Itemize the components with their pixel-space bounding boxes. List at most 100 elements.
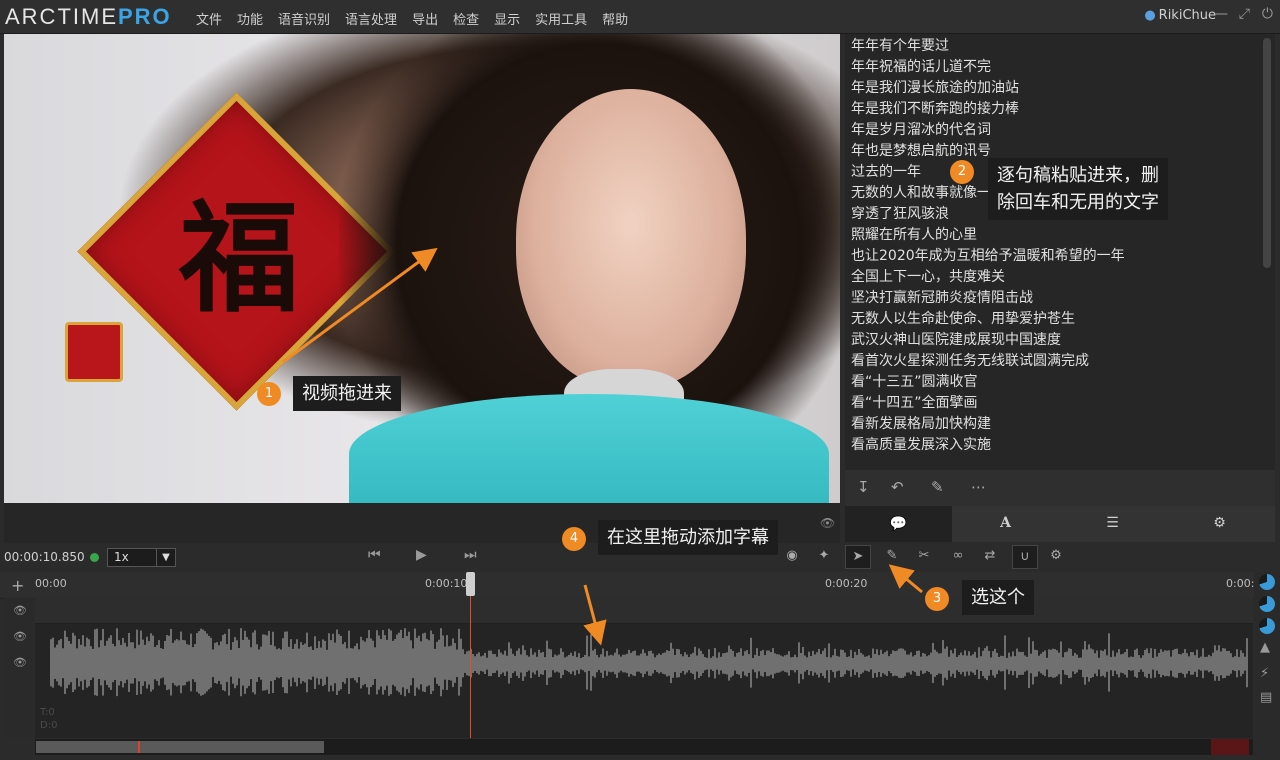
annotation-badge-4: 4 (562, 527, 586, 551)
tab-settings-icon[interactable]: ⚙ (1166, 515, 1273, 531)
insert-icon[interactable]: ↧ (857, 478, 870, 496)
user-icon: ● (1144, 8, 1156, 23)
edit-tool-icon[interactable]: ✎ (880, 545, 904, 567)
script-toolbar: ↧ ↶ ✎ ⋯ (845, 470, 1275, 506)
script-line[interactable]: 年是岁月溜冰的代名词 (851, 120, 1125, 141)
speed-select[interactable]: 1x ▼ (107, 548, 176, 567)
main-menu: 文件 功能 语音识别 语言处理 导出 检查 显示 实用工具 帮助 (196, 9, 643, 28)
menu-help[interactable]: 帮助 (602, 9, 628, 28)
pencil-icon[interactable]: ✎ (931, 478, 944, 496)
script-scrollbar[interactable] (1263, 38, 1271, 268)
undo-icon[interactable]: ↶ (891, 478, 904, 496)
camera-icon[interactable]: ◉ (780, 545, 804, 567)
ruler-tick: 0:00:20 (825, 577, 868, 590)
list-icon[interactable]: ▤ (1260, 690, 1272, 705)
menu-speech-recognition[interactable]: 语音识别 (278, 9, 330, 28)
volume-knob[interactable] (1259, 574, 1275, 590)
annotation-badge-2: 2 (950, 160, 974, 184)
scissors-icon[interactable]: ✂ (912, 545, 936, 567)
script-line[interactable]: 也让2020年成为互相给予温暖和希望的一年 (851, 246, 1125, 267)
play-icon[interactable]: ▶ (416, 547, 427, 563)
menu-check[interactable]: 检查 (453, 9, 479, 28)
script-line[interactable]: 看高质量发展深入实施 (851, 435, 1125, 456)
status-dot (90, 553, 99, 562)
ruler-tick: 00:00 (35, 577, 67, 590)
menu-file[interactable]: 文件 (196, 9, 222, 28)
annotation-callout-4: 在这里拖动添加字幕 (598, 520, 778, 555)
link-icon[interactable]: ∞ (946, 545, 970, 567)
tab-subtitle-icon[interactable]: 💬 (845, 506, 952, 542)
gear-icon[interactable]: ⚙ (1044, 545, 1068, 567)
timecode: 00:00:10.850 (4, 550, 85, 564)
script-line[interactable]: 武汉火神山医院建成展现中国速度 (851, 330, 1125, 351)
script-line[interactable]: 无数人以生命赴使命、用挚爱护苍生 (851, 309, 1125, 330)
scroll-end-marker (1211, 739, 1249, 755)
video-person-scarf (349, 394, 829, 503)
eye-icon[interactable]: 👁 (13, 656, 27, 669)
scroll-thumb[interactable] (36, 741, 324, 753)
timeline-ruler[interactable]: + 00:00 0:00:10 0:00:20 0:00: (0, 572, 1254, 599)
timeline-lanes[interactable]: T:0 D:0 (35, 598, 1253, 738)
script-line[interactable]: 坚决打赢新冠肺炎疫情阻击战 (851, 288, 1125, 309)
timeline-scrollbar[interactable] (35, 739, 1253, 755)
audio-waveform[interactable] (35, 624, 1253, 738)
menu-export[interactable]: 导出 (412, 9, 438, 28)
script-line[interactable]: 年是我们漫长旅途的加油站 (851, 78, 1125, 99)
scroll-position-marker (138, 741, 140, 753)
video-preview[interactable]: 福 (4, 34, 840, 503)
playhead[interactable] (470, 578, 471, 738)
next-icon[interactable]: ⏭ (464, 547, 477, 563)
script-line[interactable]: 照耀在所有人的心里 (851, 225, 1125, 246)
script-line[interactable]: 看“十三五”圆满收官 (851, 372, 1125, 393)
swap-icon[interactable]: ⇄ (978, 545, 1002, 567)
ruler-tick: 0:00: (1226, 577, 1255, 590)
annotation-callout-1: 视频拖进来 (293, 376, 401, 411)
magic-wand-icon[interactable]: ✦ (812, 545, 836, 567)
add-track-icon[interactable]: + (11, 576, 24, 595)
red-scroll-sticker (65, 322, 123, 382)
waveform-icon[interactable]: ▲ (1260, 640, 1270, 655)
menu-tools[interactable]: 实用工具 (535, 9, 587, 28)
lightning-icon[interactable]: ⚡ (1260, 666, 1269, 681)
user-account[interactable]: ● RikiChue (1144, 8, 1216, 23)
menu-function[interactable]: 功能 (237, 9, 263, 28)
subtitle-track[interactable] (35, 598, 1253, 624)
power-icon[interactable]: ⏻ (1262, 6, 1273, 22)
tab-font-icon[interactable]: A (952, 515, 1059, 531)
annotation-badge-1: 1 (257, 382, 281, 406)
maximize-icon[interactable]: ⤢ (1239, 6, 1250, 22)
eye-icon[interactable]: 👁 (13, 604, 27, 617)
script-text-panel[interactable]: 年年有个年要过 年年祝福的话儿道不完 年是我们漫长旅途的加油站 年是我们不断奔跑的接力… (845, 34, 1275, 470)
playhead-handle[interactable] (466, 572, 475, 596)
script-line[interactable]: 全国上下一心，共度难关 (851, 267, 1125, 288)
annotation-callout-2: 逐句稿粘贴进来，删 除回车和无用的文字 (988, 158, 1168, 220)
annotation-callout-3: 选这个 (962, 580, 1034, 615)
chevron-down-icon: ▼ (156, 549, 175, 566)
previous-icon[interactable]: ⏮ (368, 547, 381, 563)
minimize-icon[interactable]: — (1214, 6, 1228, 22)
volume-knob[interactable] (1259, 596, 1275, 612)
fu-character-image: 福 (179, 188, 299, 329)
script-line[interactable]: 年年祝福的话儿道不完 (851, 57, 1125, 78)
timeline-side-controls: ▲ ⚡ ▤ (1254, 572, 1280, 760)
eye-icon[interactable]: 👁 (13, 630, 27, 643)
menu-display[interactable]: 显示 (494, 9, 520, 28)
more-icon[interactable]: ⋯ (971, 478, 986, 496)
eye-icon[interactable]: 👁 (820, 516, 835, 530)
script-line[interactable]: 年是我们不断奔跑的接力棒 (851, 99, 1125, 120)
tab-list-icon[interactable]: ☰ (1059, 515, 1166, 531)
menu-language-processing[interactable]: 语言处理 (345, 9, 397, 28)
app-logo: ARCTIMEPRO (5, 4, 172, 29)
script-line[interactable]: 年年有个年要过 (851, 36, 1125, 57)
ruler-tick: 0:00:10 (425, 577, 468, 590)
magnet-icon[interactable]: ∪ (1012, 545, 1038, 569)
script-lines: 年年有个年要过 年年祝福的话儿道不完 年是我们漫长旅途的加油站 年是我们不断奔跑的接力… (851, 36, 1125, 456)
script-line[interactable]: 看“十四五”全面擘画 (851, 393, 1125, 414)
script-line[interactable]: 看首次火星探测任务无线联试圆满完成 (851, 351, 1125, 372)
side-tabs: 💬 A ☰ ⚙ (845, 506, 1275, 542)
select-tool-icon[interactable]: ➤ (845, 545, 871, 569)
track-headers: 👁 👁 👁 (4, 598, 34, 738)
script-line[interactable]: 看新发展格局加快构建 (851, 414, 1125, 435)
volume-knob[interactable] (1259, 618, 1275, 634)
annotation-badge-3: 3 (925, 587, 949, 611)
